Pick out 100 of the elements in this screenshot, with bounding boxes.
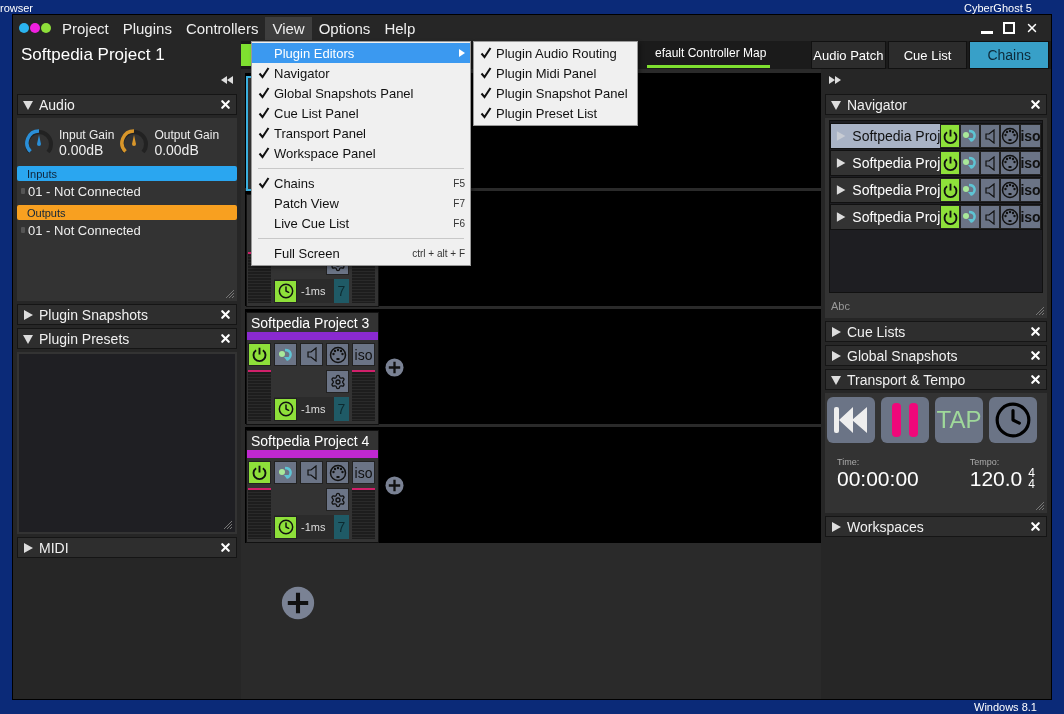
maximize-icon[interactable] <box>1003 22 1015 34</box>
menu-option[interactable]: Global Snapshots Panel <box>252 83 470 103</box>
panel-header[interactable]: Plugin Snapshots <box>17 304 237 325</box>
power-button[interactable] <box>940 205 961 229</box>
port-label[interactable]: 01 - Not Connected <box>28 222 141 238</box>
close-icon[interactable] <box>1025 21 1039 35</box>
menu-option[interactable]: Plugin Audio Routing <box>474 43 637 63</box>
add-icon[interactable] <box>385 358 404 377</box>
menu-option[interactable]: Full Screen ctrl + alt + F <box>252 243 470 263</box>
iso-button[interactable]: iso <box>352 461 375 484</box>
speaker-button[interactable] <box>300 343 323 366</box>
menu-item[interactable]: Help <box>377 16 423 40</box>
iso-button[interactable]: iso <box>1020 151 1041 175</box>
iso-button[interactable]: iso <box>352 343 375 366</box>
speaker-button[interactable] <box>980 124 1000 148</box>
expand-triangle-icon[interactable] <box>22 541 34 554</box>
navigator-row[interactable]: Softpedia Proj iso <box>830 204 1042 230</box>
menu-item[interactable]: Controllers <box>178 16 266 40</box>
menu-option[interactable]: Workspace Panel <box>252 143 470 163</box>
port-label[interactable]: 01 - Not Connected <box>28 183 141 199</box>
rewind-button[interactable] <box>827 397 875 443</box>
desktop-label[interactable]: CyberGhost 5 <box>964 2 1032 14</box>
collapse-triangle-icon[interactable] <box>22 332 34 345</box>
routing-button[interactable] <box>960 178 981 202</box>
desktop-label[interactable]: Windows 8.1 <box>974 701 1037 713</box>
navigator-row[interactable]: Softpedia Proj iso <box>830 123 1042 149</box>
expand-triangle-icon[interactable] <box>835 211 847 223</box>
close-icon[interactable] <box>219 308 232 321</box>
collapse-left-icon[interactable] <box>221 76 233 84</box>
menu-item[interactable]: Options <box>311 16 378 40</box>
speaker-button[interactable] <box>300 461 323 484</box>
expand-triangle-icon[interactable] <box>835 157 847 169</box>
menu-item[interactable]: Plugins <box>115 16 179 40</box>
power-button[interactable] <box>248 461 271 484</box>
routing-button[interactable] <box>960 205 981 229</box>
close-icon[interactable] <box>1029 520 1042 533</box>
close-icon[interactable] <box>1029 373 1042 386</box>
resize-grip[interactable] <box>1035 306 1045 316</box>
midi-button[interactable] <box>1000 178 1020 202</box>
menu-item[interactable]: Project <box>55 16 116 40</box>
collapse-triangle-icon[interactable] <box>830 373 842 386</box>
menu-option[interactable]: Live Cue List F6 <box>252 213 470 233</box>
midi-button[interactable] <box>326 461 349 484</box>
menu-option[interactable]: Chains F5 <box>252 173 470 193</box>
view-tab[interactable]: Chains <box>969 41 1049 69</box>
close-icon[interactable] <box>1029 349 1042 362</box>
routing-button[interactable] <box>274 461 297 484</box>
panel-header[interactable]: Audio <box>17 94 237 115</box>
close-icon[interactable] <box>219 541 232 554</box>
panel-header[interactable]: Workspaces <box>825 516 1047 537</box>
power-button[interactable] <box>940 178 961 202</box>
midi-button[interactable] <box>1000 124 1020 148</box>
expand-triangle-icon[interactable] <box>22 308 34 321</box>
menu-option[interactable]: Navigator <box>252 63 470 83</box>
collapse-right-icon[interactable] <box>829 76 841 84</box>
settings-button[interactable] <box>326 488 349 511</box>
collapse-triangle-icon[interactable] <box>22 98 34 111</box>
speaker-button[interactable] <box>980 178 1000 202</box>
panel-header[interactable]: Navigator <box>825 94 1047 115</box>
navigator-row[interactable]: Softpedia Proj iso <box>830 177 1042 203</box>
power-button[interactable] <box>940 151 961 175</box>
midi-button[interactable] <box>1000 205 1020 229</box>
panel-header[interactable]: Transport & Tempo <box>825 369 1047 390</box>
expand-triangle-icon[interactable] <box>835 184 847 196</box>
menu-option[interactable]: Transport Panel <box>252 123 470 143</box>
iso-button[interactable]: iso <box>1020 178 1041 202</box>
close-icon[interactable] <box>219 332 232 345</box>
routing-button[interactable] <box>274 343 297 366</box>
clock-button[interactable] <box>989 397 1037 443</box>
latency-button[interactable] <box>274 397 297 421</box>
power-button[interactable] <box>940 124 961 148</box>
expand-triangle-icon[interactable] <box>830 520 842 533</box>
collapse-triangle-icon[interactable] <box>830 98 842 111</box>
latency-button[interactable] <box>274 515 297 539</box>
menu-option[interactable]: Plugin Preset List <box>474 103 637 123</box>
resize-grip[interactable] <box>1035 501 1045 511</box>
filter-field[interactable]: Abc <box>829 299 929 313</box>
menu-item[interactable]: View <box>265 16 312 40</box>
menu-option[interactable]: Cue List Panel <box>252 103 470 123</box>
view-tab[interactable]: Cue List <box>887 41 968 69</box>
settings-button[interactable] <box>326 370 349 393</box>
resize-grip[interactable] <box>225 289 235 299</box>
expand-triangle-icon[interactable] <box>830 325 842 338</box>
panel-header[interactable]: MIDI <box>17 537 237 558</box>
power-button[interactable] <box>248 343 271 366</box>
routing-button[interactable] <box>960 124 981 148</box>
close-icon[interactable] <box>1029 325 1042 338</box>
close-icon[interactable] <box>1029 98 1042 111</box>
panel-header[interactable]: Cue Lists <box>825 321 1047 342</box>
menu-option[interactable]: Patch View F7 <box>252 193 470 213</box>
speaker-button[interactable] <box>980 205 1000 229</box>
latency-button[interactable] <box>274 279 297 303</box>
menu-option[interactable]: Plugin Midi Panel <box>474 63 637 83</box>
desktop-label[interactable]: rowser <box>0 2 33 14</box>
iso-button[interactable]: iso <box>1020 124 1041 148</box>
iso-button[interactable]: iso <box>1020 205 1041 229</box>
routing-button[interactable] <box>960 151 981 175</box>
navigator-row[interactable]: Softpedia Proj iso <box>830 150 1042 176</box>
view-tab[interactable]: Audio Patch <box>811 41 886 69</box>
midi-button[interactable] <box>1000 151 1020 175</box>
